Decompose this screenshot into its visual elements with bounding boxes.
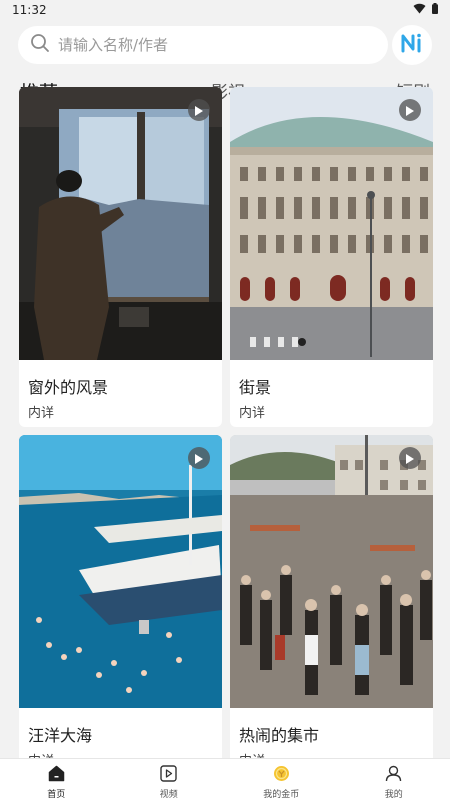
nav-home[interactable]: 首页 <box>0 759 113 800</box>
nav-home-label: 首页 <box>47 790 66 800</box>
play-icon <box>406 101 414 120</box>
app-logo-icon <box>400 31 424 59</box>
nav-video[interactable]: 视频 <box>113 759 226 800</box>
nav-profile-label: 我的 <box>384 790 403 800</box>
nav-coins-label: 我的金币 <box>263 790 300 800</box>
search-input[interactable] <box>58 36 358 54</box>
video-icon <box>160 765 177 786</box>
video-card[interactable]: 热闹的集市 内详 <box>230 435 433 765</box>
video-thumbnail <box>19 435 222 708</box>
card-subtitle: 内详 <box>239 406 266 421</box>
video-thumbnail <box>230 435 433 708</box>
video-card[interactable]: 窗外的风景 内详 <box>19 87 222 427</box>
card-title: 街景 <box>239 378 272 397</box>
play-button[interactable] <box>188 99 210 121</box>
user-icon <box>385 765 402 786</box>
play-button[interactable] <box>399 99 421 121</box>
video-thumbnail <box>230 87 433 360</box>
card-title: 窗外的风景 <box>28 378 109 397</box>
search-icon <box>30 33 50 57</box>
play-button[interactable] <box>188 447 210 469</box>
video-card[interactable]: 街景 内详 <box>230 87 433 427</box>
nav-video-label: 视频 <box>159 790 178 800</box>
search-row <box>18 25 432 65</box>
card-title: 汪洋大海 <box>28 726 93 745</box>
video-card[interactable]: 汪洋大海 内详 <box>19 435 222 765</box>
status-bar: 11:32 <box>0 0 450 20</box>
nav-profile[interactable]: 我的 <box>338 759 450 800</box>
battery-icon <box>432 3 438 17</box>
home-icon <box>48 765 65 786</box>
video-thumbnail <box>19 87 222 360</box>
play-button[interactable] <box>399 447 421 469</box>
status-icons <box>413 3 438 17</box>
card-subtitle: 内详 <box>28 406 55 421</box>
app-screen: 11:32 请输入名称/作者 影视 窗外的风景 内详 街景 内详 汪洋大海 热闹… <box>0 0 450 800</box>
play-icon <box>195 449 203 468</box>
card-title: 热闹的集市 <box>239 726 320 745</box>
nav-coins[interactable]: 我的金币 <box>225 759 338 800</box>
bottom-navigation: 首页 视频 我的金币 我的 <box>0 758 450 800</box>
wifi-icon <box>413 3 426 17</box>
coin-icon <box>273 765 290 786</box>
play-icon <box>195 101 203 120</box>
status-time: 11:32 <box>12 3 47 17</box>
play-icon <box>406 449 414 468</box>
search-bar[interactable] <box>18 26 388 64</box>
app-logo-button[interactable] <box>392 25 432 65</box>
